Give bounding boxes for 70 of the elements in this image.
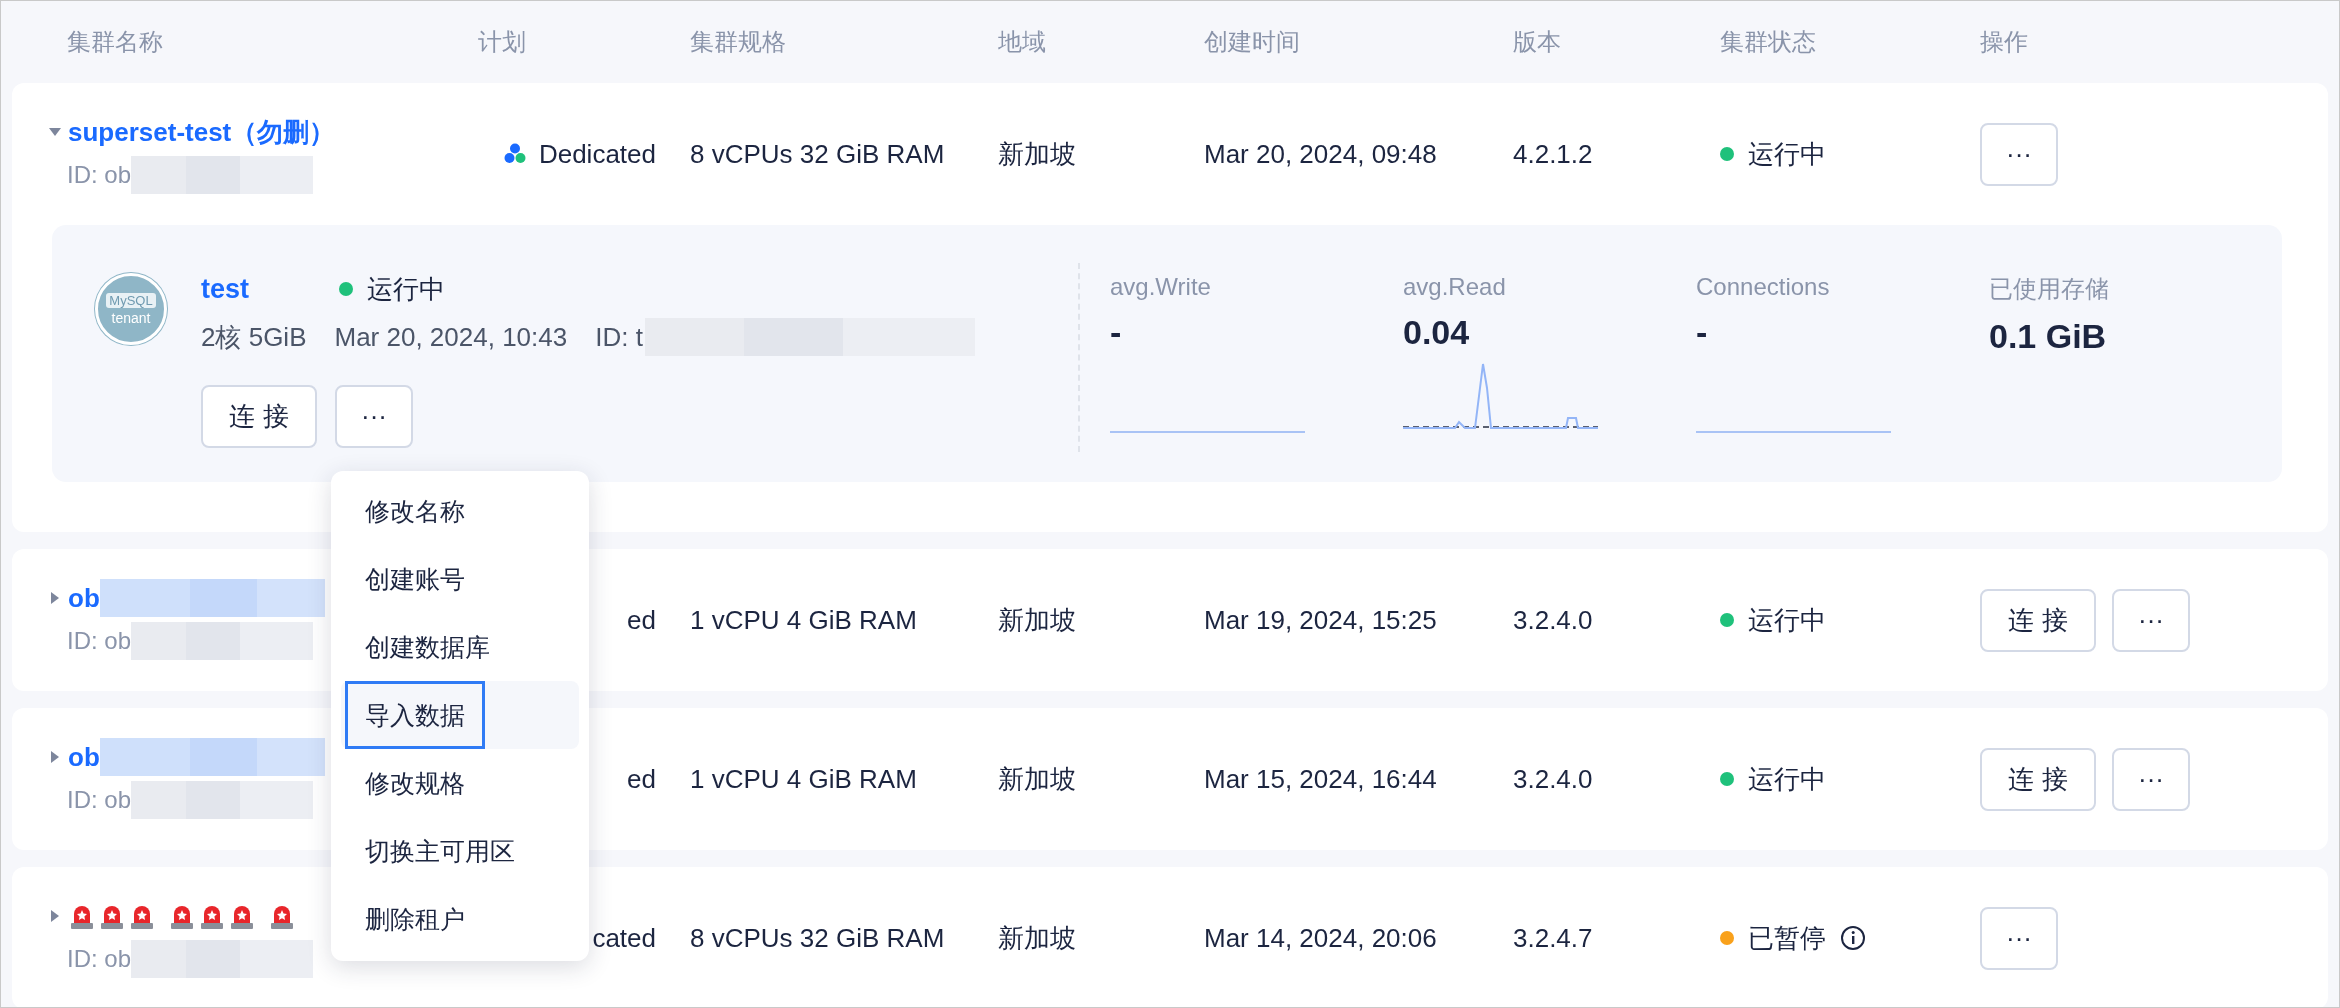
version-text: 3.2.4.0 bbox=[1513, 604, 1593, 635]
avatar-label: tenant bbox=[111, 309, 151, 326]
column-header: 集群名称 bbox=[67, 28, 163, 55]
region-text: 新加坡 bbox=[998, 922, 1076, 953]
created-time: Mar 20, 2024, 09:48 bbox=[1204, 138, 1437, 169]
cluster-id: ID: ob bbox=[67, 945, 132, 973]
more-button[interactable]: ··· bbox=[335, 385, 413, 448]
cluster-name-link[interactable]: superset-test（勿删） bbox=[68, 114, 336, 150]
region-text: 新加坡 bbox=[998, 138, 1076, 169]
spec-text: 1 vCPU 4 GiB RAM bbox=[690, 604, 917, 635]
plan-text: cated bbox=[592, 922, 656, 954]
connect-button[interactable]: 连 接 bbox=[1980, 588, 2096, 652]
plan-text: ed bbox=[627, 763, 656, 795]
menu-item[interactable]: 修改规格 bbox=[341, 749, 579, 817]
status-text: 运行中 bbox=[367, 272, 445, 306]
column-header: 计划 bbox=[478, 28, 526, 55]
more-button[interactable]: ··· bbox=[1980, 906, 2058, 970]
connect-button[interactable]: 连 接 bbox=[201, 385, 317, 448]
more-button[interactable]: ··· bbox=[1980, 122, 2058, 186]
cluster-name-link[interactable]: ob bbox=[68, 582, 100, 614]
tenant-name-link[interactable]: test bbox=[201, 273, 249, 305]
spec-text: 1 vCPU 4 GiB RAM bbox=[690, 763, 917, 794]
tenant-spec: 2核 5GiB bbox=[201, 320, 307, 354]
cluster-name-link[interactable]: ob bbox=[68, 741, 100, 773]
column-header: 创建时间 bbox=[1204, 28, 1300, 55]
metric-value: 0.1 GiB bbox=[1989, 317, 2108, 356]
region-text: 新加坡 bbox=[998, 763, 1076, 794]
menu-item[interactable]: 导入数据 bbox=[341, 681, 579, 749]
version-text: 3.2.4.0 bbox=[1513, 763, 1593, 794]
status-text: 运行中 bbox=[1748, 762, 1826, 796]
connect-button[interactable]: 连 接 bbox=[1980, 747, 2096, 811]
column-header: 版本 bbox=[1513, 28, 1561, 55]
created-time: Mar 14, 2024, 20:06 bbox=[1204, 922, 1437, 953]
version-text: 3.2.4.7 bbox=[1513, 922, 1593, 953]
more-button[interactable]: ··· bbox=[2112, 747, 2190, 811]
column-header: 操作 bbox=[1980, 28, 2028, 55]
plan-text: ed bbox=[627, 604, 656, 636]
column-header: 集群状态 bbox=[1720, 28, 1816, 55]
plan-text: Dedicated bbox=[538, 138, 656, 170]
menu-item[interactable]: 创建数据库 bbox=[341, 613, 579, 681]
menu-item[interactable]: 删除租户 bbox=[341, 885, 579, 953]
metric-value: 0.04 bbox=[1403, 313, 1471, 352]
status-text: 运行中 bbox=[1748, 137, 1826, 171]
more-button[interactable]: ··· bbox=[2112, 588, 2190, 652]
menu-item[interactable]: 修改名称 bbox=[341, 477, 579, 545]
column-header: 地域 bbox=[998, 28, 1046, 55]
region-text: 新加坡 bbox=[998, 604, 1076, 635]
created-time: Mar 19, 2024, 15:25 bbox=[1204, 604, 1437, 635]
metric-value: - bbox=[1696, 313, 1709, 352]
metric-label: avg.Write bbox=[1110, 273, 1212, 301]
info-icon[interactable] bbox=[1840, 925, 1866, 951]
spec-text: 8 vCPUs 32 GiB RAM bbox=[690, 922, 945, 953]
metric-label: Connections bbox=[1696, 273, 1831, 301]
menu-item[interactable]: 创建账号 bbox=[341, 545, 579, 613]
created-time: Mar 15, 2024, 16:44 bbox=[1204, 763, 1437, 794]
avatar-label: MySQL bbox=[106, 292, 156, 308]
cluster-id: ID: ob bbox=[67, 161, 132, 189]
column-header: 集群规格 bbox=[690, 28, 786, 55]
cluster-id: ID: ob bbox=[67, 786, 132, 814]
status-text: 运行中 bbox=[1748, 603, 1826, 637]
metric-value: - bbox=[1110, 313, 1123, 352]
metric-label: 已使用存储 bbox=[1989, 274, 2110, 304]
spec-text: 8 vCPUs 32 GiB RAM bbox=[690, 138, 945, 169]
status-text: 已暂停 bbox=[1748, 921, 1826, 955]
cluster-id: ID: ob bbox=[67, 627, 132, 655]
menu-item[interactable]: 切换主可用区 bbox=[341, 817, 579, 885]
created-time: Mar 20, 2024, 10:43 bbox=[334, 321, 568, 353]
metric-label: avg.Read bbox=[1403, 273, 1507, 301]
tenant-id: ID: t bbox=[595, 321, 643, 353]
version-text: 4.2.1.2 bbox=[1513, 138, 1593, 169]
